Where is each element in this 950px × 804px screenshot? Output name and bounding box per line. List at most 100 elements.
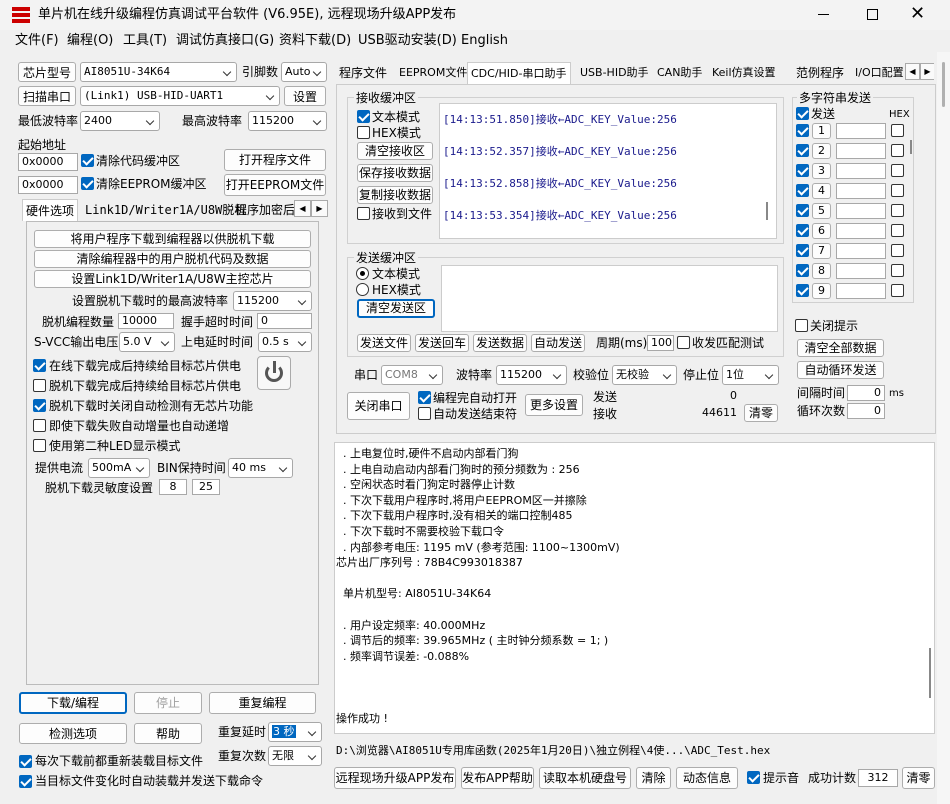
repeat-count-select[interactable]: 无限 [268,746,322,766]
min-baud-select[interactable]: 2400 [80,111,160,131]
chip-type-button[interactable]: 芯片型号 [18,62,76,82]
auto-open-checkbox[interactable] [418,391,431,404]
receive-scrollbar[interactable] [766,202,768,220]
tab-hardware-options[interactable]: 硬件选项 [22,199,79,221]
tab-can[interactable]: CAN助手 [654,62,705,84]
opt-disable-detect-checkbox[interactable] [33,399,46,412]
auto-reload-checkbox[interactable] [19,775,32,788]
window-scrollbar[interactable] [937,52,950,804]
close-port-button[interactable]: 关闭串口 [347,392,410,420]
send-hex-mode-radio[interactable] [356,283,369,296]
send-textarea[interactable] [441,265,778,332]
clear-send-button[interactable]: 清空发送区 [357,299,435,318]
set-master-chip-button[interactable]: 设置Link1D/Writer1A/U8W主控芯片 [34,270,311,288]
opt-online-power-checkbox[interactable] [33,359,46,372]
clear-success-button[interactable]: 清零 [902,767,935,789]
tab-examples[interactable]: 范例程序 [793,62,847,84]
clear-programmer-button[interactable]: 清除编程器中的用户脱机代码及数据 [34,250,311,268]
power-delay-select[interactable]: 0.5 s [258,332,312,352]
clear-eeprom-checkbox[interactable] [81,177,94,190]
send-text-mode-radio[interactable] [356,267,369,280]
multi-row-input[interactable] [836,183,886,199]
handshake-timeout-input[interactable]: 0 [257,313,312,329]
open-program-file-button[interactable]: 打开程序文件 [224,149,326,171]
opt-led-mode-checkbox[interactable] [33,439,46,452]
multi-row-send-button[interactable]: 5 [812,203,831,219]
multi-row-input[interactable] [836,203,886,219]
tab-program-file[interactable]: 程序文件 [336,62,390,84]
recv-text-mode-checkbox[interactable] [357,110,370,123]
multi-row-input[interactable] [836,163,886,179]
interval-input[interactable]: 0 [847,385,885,401]
period-input[interactable]: 100 [647,335,674,351]
tab-io-config[interactable]: I/O口配置 [852,62,908,84]
multi-row-checkbox[interactable] [796,124,809,137]
log-output[interactable]: . 上电复位时,硬件不启动内部看门狗 . 上电自动启动内部看门狗时的预分频数为 … [334,442,935,734]
right-tab-scroll-left-icon[interactable]: ◀ [905,63,920,80]
receive-textarea[interactable]: [14:13:51.850]接收←ADC_KEY_Value:256 [14:1… [439,103,777,239]
auto-end-checkbox[interactable] [418,407,431,420]
recv-hex-mode-checkbox[interactable] [357,126,370,139]
multi-row-hex-checkbox[interactable] [891,264,904,277]
multi-row-checkbox[interactable] [796,284,809,297]
max-baud-select[interactable]: 115200 [248,111,327,131]
multi-row-checkbox[interactable] [796,184,809,197]
send-file-button[interactable]: 发送文件 [357,334,411,352]
beep-checkbox[interactable] [747,771,760,784]
multi-row-input[interactable] [836,223,886,239]
clear-count-button[interactable]: 清零 [744,404,778,422]
recv-to-file-checkbox[interactable] [357,207,370,220]
tab-eeprom-file[interactable]: EEPROM文件 [396,62,470,84]
multi-row-checkbox[interactable] [796,224,809,237]
menu-debug[interactable]: 调试仿真接口(G) [176,33,274,49]
opt-offline-power-checkbox[interactable] [33,379,46,392]
close-icon[interactable]: ✕ [910,3,925,25]
multi-row-send-button[interactable]: 1 [812,123,831,139]
publish-help-button[interactable]: 发布APP帮助 [461,767,534,789]
send-return-button[interactable]: 发送回车 [415,334,469,352]
multi-row-hex-checkbox[interactable] [891,204,904,217]
multi-row-send-button[interactable]: 2 [812,143,831,159]
multi-row-checkbox[interactable] [796,164,809,177]
parity-select[interactable]: 无校验 [612,365,677,385]
more-settings-button[interactable]: 更多设置 [525,394,583,416]
download-program-button[interactable]: 下载/编程 [19,692,127,714]
clear-receive-button[interactable]: 清空接收区 [357,142,433,160]
reload-before-download-checkbox[interactable] [19,755,32,768]
multi-row-input[interactable] [836,243,886,259]
close-tip-checkbox[interactable] [795,319,808,332]
multi-row-send-button[interactable]: 7 [812,243,831,259]
auto-send-button[interactable]: 自动发送 [531,334,585,352]
log-scrollbar[interactable] [929,648,931,698]
multi-row-hex-checkbox[interactable] [891,244,904,257]
multi-row-hex-checkbox[interactable] [891,284,904,297]
multi-row-hex-checkbox[interactable] [891,164,904,177]
tab-serial-assistant[interactable]: CDC/HID-串口助手 [467,62,571,84]
chip-type-select[interactable]: AI8051U-34K64 [80,62,237,82]
multi-send-checkbox[interactable] [796,107,809,120]
tab-offline[interactable]: Link1D/Writer1A/U8W脱机 [82,199,249,221]
multi-row-input[interactable] [836,283,886,299]
clear-all-data-button[interactable]: 清空全部数据 [797,339,884,357]
copy-receive-button[interactable]: 复制接收数据 [357,186,433,204]
tab-scroll-right-icon[interactable]: ▶ [311,200,328,217]
multi-row-hex-checkbox[interactable] [891,224,904,237]
publish-app-button[interactable]: 远程现场升级APP发布 [334,767,456,789]
multi-row-checkbox[interactable] [796,144,809,157]
tab-keil[interactable]: Keil仿真设置 [709,62,779,84]
menu-file[interactable]: 文件(F) [15,33,59,49]
send-data-button[interactable]: 发送数据 [473,334,527,352]
multi-row-checkbox[interactable] [796,264,809,277]
multi-send-scrollbar[interactable] [910,140,912,154]
tab-usb-hid[interactable]: USB-HID助手 [577,62,652,84]
auto-loop-send-button[interactable]: 自动循环发送 [797,361,884,379]
multi-row-send-button[interactable]: 4 [812,183,831,199]
scan-port-button[interactable]: 扫描串口 [18,86,76,106]
menu-english[interactable]: English [461,33,508,49]
clear-code-checkbox[interactable] [81,154,94,167]
svcc-select[interactable]: 5.0 V [119,332,175,352]
success-count-input[interactable]: 312 [858,769,898,787]
port-select-serial[interactable]: COM8 [381,365,443,385]
tab-scroll-left-icon[interactable]: ◀ [294,200,311,217]
loop-count-input[interactable]: 0 [847,403,885,419]
